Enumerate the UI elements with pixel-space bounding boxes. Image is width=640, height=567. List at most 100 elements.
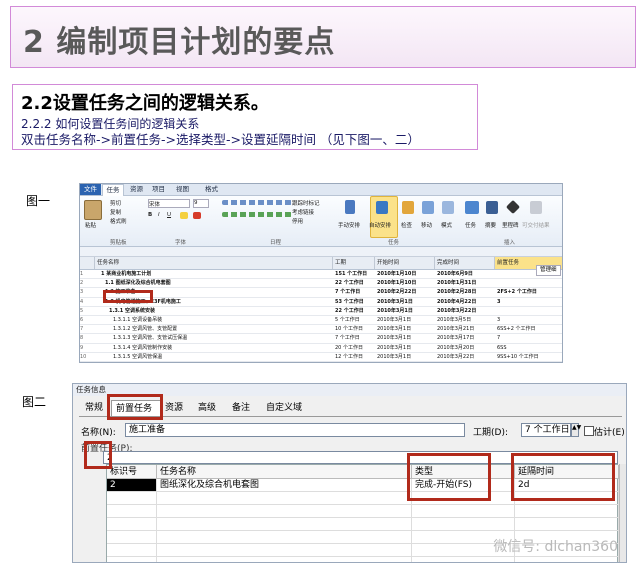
table-row[interactable]: 10 1.3.1.5 空调风管保温 12 个工作日 2010年3月1日 2010年3月2… [80,353,562,362]
move-button[interactable]: 移动 [421,221,432,229]
summary-icon[interactable] [486,201,498,214]
duration-cell[interactable]: 10 个工作日 [335,325,375,333]
predecessor-cell[interactable]: 6SS [497,344,562,352]
task-name-cell[interactable]: 1 某商业机电施工计划 [97,270,337,278]
pred-id-cell[interactable] [107,531,157,544]
predecessor-cell[interactable]: 7 [497,334,562,342]
duration-spinner[interactable]: ▲▼ [571,423,581,437]
pred-id-cell[interactable]: 2 [107,479,157,492]
duration-cell[interactable]: 7 个工作日 [335,334,375,342]
duration-field[interactable]: 7 个工作日 [521,423,571,437]
duration-cell[interactable]: 53 个工作日 [335,298,375,306]
finish-cell[interactable]: 2010年3月5日 [437,316,495,324]
auto-schedule-button[interactable]: 自动安排 [369,221,391,229]
col-finish[interactable]: 完成时间 [435,257,495,269]
mode-button[interactable]: 模式 [441,221,452,229]
start-cell[interactable]: 2010年3月1日 [377,325,435,333]
predecessor-cell[interactable] [497,307,562,315]
start-cell[interactable]: 2010年3月1日 [377,316,435,324]
scrollbar[interactable] [619,464,626,562]
start-cell[interactable]: 2010年3月1日 [377,307,435,315]
auto-schedule-icon[interactable] [376,201,388,214]
pred-id-cell[interactable] [107,544,157,557]
inactivate-button[interactable]: 停用 [292,217,303,225]
font-name-select[interactable]: 宋体 [148,199,190,208]
start-cell[interactable]: 2010年2月22日 [377,288,435,296]
task-name-cell[interactable]: 1.3.1.1 空调设备吊装 [97,316,349,324]
duration-cell[interactable]: 20 个工作日 [335,344,375,352]
tab-notes[interactable]: 备注 [228,400,254,416]
font-size-select[interactable]: 9 [193,199,209,208]
bold-button[interactable]: B [148,212,152,218]
mode-icon[interactable] [442,201,454,214]
pred-type-cell[interactable] [412,518,515,531]
pred-name-cell[interactable]: 图纸深化及综合机电套图 [157,479,412,492]
finish-cell[interactable]: 2010年2月28日 [437,288,495,296]
tab-project[interactable]: 项目 [152,184,165,195]
percent-complete-icons[interactable] [222,200,292,205]
table-row[interactable]: 9 1.3.1.4 空调风管制作安装 20 个工作日 2010年3月1日 2010年3月… [80,344,562,353]
task-insert-icon[interactable] [465,201,479,214]
pred-lag-cell[interactable] [515,557,619,562]
tab-custom-fields[interactable]: 自定义域 [262,400,306,416]
underline-button[interactable]: U [167,212,171,218]
pred-name-cell[interactable] [157,518,412,531]
duration-cell[interactable]: 5 个工作日 [335,316,375,324]
format-painter-button[interactable]: 格式刷 [110,217,127,225]
finish-cell[interactable]: 2010年4月22日 [437,298,495,306]
tab-file[interactable]: 文件 [80,184,101,195]
milestone-icon[interactable] [505,199,521,215]
start-cell[interactable]: 2010年1月10日 [377,270,435,278]
start-cell[interactable]: 2010年3月1日 [377,334,435,342]
predecessor-cell[interactable]: 9SS+10 个工作日 [497,353,562,361]
col-start[interactable]: 开始时间 [375,257,435,269]
table-row[interactable]: 8 1.3.1.3 空调风管、支管试压保温 7 个工作日 2010年3月1日 2010年… [80,334,562,344]
insert-task-button[interactable]: 任务 [465,221,476,229]
pred-type-cell[interactable] [412,505,515,518]
task-name-cell[interactable]: 1.3.1.5 空调风管保温 [97,353,349,361]
copy-button[interactable]: 复制 [110,208,121,216]
tab-format[interactable]: 格式 [205,184,218,195]
finish-cell[interactable]: 2010年3月22日 [437,353,495,361]
predecessor-cell[interactable]: 3 [497,298,562,306]
table-row[interactable]: 2 1.1 图纸深化及综合机电套图 22 个工作日 2010年1月10日 2010年1月… [80,279,562,289]
tab-advanced[interactable]: 高级 [194,400,220,416]
duration-cell[interactable]: 7 个工作日 [335,288,375,296]
col-task-name[interactable]: 任务名称 [95,257,333,269]
summary-button[interactable]: 摘要 [485,221,496,229]
tab-resource[interactable]: 资源 [130,184,143,195]
cut-button[interactable]: 剪切 [110,199,121,207]
predecessor-cell[interactable]: 6SS+2 个工作日 [497,325,562,333]
highlight-icon[interactable] [180,212,188,219]
col-duration[interactable]: 工期 [333,257,375,269]
pred-id-cell[interactable] [107,557,157,562]
predecessor-cell[interactable]: 3 [497,316,562,324]
predecessor-cell[interactable]: 2FS+2 个工作日 [497,288,562,296]
predecessor-cell[interactable] [497,270,562,278]
font-color-icon[interactable] [193,212,201,219]
task-name-cell[interactable]: 1.1 图纸深化及综合机电套图 [97,279,341,287]
pred-id-cell[interactable] [107,492,157,505]
task-name-cell[interactable]: 1.3.1.3 空调风管、支管试压保温 [97,334,349,342]
table-row[interactable]: 6 1.3.1.1 空调设备吊装 5 个工作日 2010年3月1日 2010年3月5日 3 [80,316,562,326]
pred-lag-cell[interactable] [515,505,619,518]
duration-cell[interactable]: 22 个工作日 [335,279,375,287]
task-name-cell[interactable]: 1.3.1 空调系统安装 [97,307,345,315]
duration-cell[interactable]: 151 个工作日 [335,270,375,278]
paste-label[interactable]: 粘贴 [85,221,96,229]
finish-cell[interactable]: 2010年1月31日 [437,279,495,287]
start-cell[interactable]: 2010年3月1日 [377,344,435,352]
tab-general[interactable]: 常规 [81,400,107,416]
pred-name-cell[interactable] [157,544,412,557]
pred-id-cell[interactable] [107,505,157,518]
pred-name-cell[interactable] [157,557,412,562]
milestone-button[interactable]: 里程碑 [502,221,519,229]
finish-cell[interactable]: 2010年3月22日 [437,307,495,315]
italic-button[interactable]: I [158,212,160,218]
tab-view[interactable]: 视图 [176,184,189,195]
table-row[interactable]: 1 1 某商业机电施工计划 151 个工作日 2010年1月10日 2010年6月9日 [80,270,562,280]
finish-cell[interactable]: 2010年6月9日 [437,270,495,278]
finish-cell[interactable]: 2010年3月17日 [437,334,495,342]
pred-name-cell[interactable] [157,505,412,518]
table-row[interactable]: 5 1.3.1 空调系统安装 22 个工作日 2010年3月1日 2010年3月22日 [80,307,562,316]
